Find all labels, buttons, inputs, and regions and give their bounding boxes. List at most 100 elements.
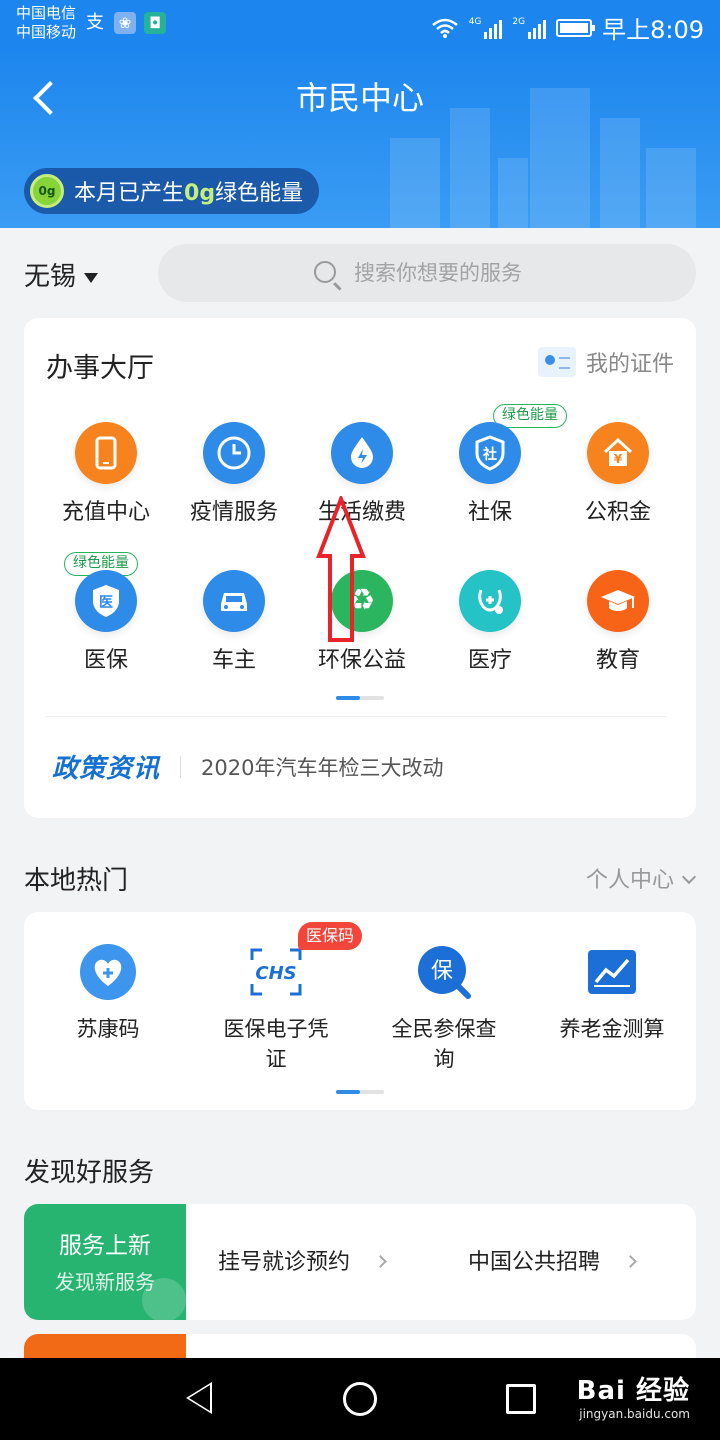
service-item-education[interactable]: 教育 bbox=[554, 570, 682, 674]
energy-text: 本月已产生0g绿色能量 bbox=[74, 175, 303, 207]
chevron-right-icon bbox=[624, 1255, 637, 1268]
clock-icon bbox=[203, 422, 265, 484]
search-input[interactable] bbox=[354, 257, 674, 289]
svg-text:¥: ¥ bbox=[614, 452, 623, 466]
service-item-social-security[interactable]: 绿色能量 社 社保 bbox=[426, 404, 567, 526]
svg-text:社: 社 bbox=[482, 446, 497, 463]
policy-headline: 2020年汽车年检三大改动 bbox=[201, 755, 444, 780]
hot-item-pension-calculator[interactable]: 养老金测算 bbox=[528, 942, 696, 1044]
service-label: 车主 bbox=[211, 648, 256, 673]
network-type-2: 2G bbox=[512, 16, 526, 27]
my-certificates-label: 我的证件 bbox=[585, 352, 674, 377]
watermark-url: jingyan.baidu.com bbox=[579, 1407, 690, 1421]
wifi-icon bbox=[431, 18, 458, 38]
my-certificates-link[interactable]: 我的证件 bbox=[537, 346, 674, 378]
alipay-icon: 支 bbox=[86, 12, 104, 33]
city-selector[interactable]: 无锡 bbox=[24, 256, 99, 293]
watermark-brand: Bai 经验 bbox=[576, 1376, 690, 1406]
page-indicator-active bbox=[336, 696, 360, 700]
hot-item-label-line2: 询 bbox=[433, 1047, 455, 1071]
signal-2g-icon: 2G bbox=[512, 16, 547, 39]
hot-item-label-line2: 证 bbox=[265, 1047, 287, 1071]
hot-item-label-line1: 全民参保查 bbox=[391, 1017, 497, 1041]
page-title: 市民中心 bbox=[295, 79, 424, 117]
energy-suffix: 绿色能量 bbox=[215, 181, 304, 206]
service-label: 教育 bbox=[595, 648, 640, 673]
chs-icon: CHS 医保码 bbox=[246, 922, 363, 1002]
carrier-info: 中国电信 中国移动 bbox=[16, 4, 76, 42]
baidu-watermark: Bai 经验 jingyan.baidu.com bbox=[577, 1370, 690, 1421]
service-item-car-owner[interactable]: 车主 bbox=[170, 570, 298, 674]
policy-news-row[interactable]: 政策资讯 2020年汽车年检三大改动 bbox=[52, 748, 443, 785]
local-hot-title: 本地热门 bbox=[24, 866, 129, 896]
service-hall-title: 办事大厅 bbox=[46, 353, 154, 384]
new-services-title: 服务上新 bbox=[59, 1233, 151, 1259]
hot-item-label: 医保电子凭证 bbox=[192, 1014, 360, 1074]
new-services-card: 服务上新 发现新服务 挂号就诊预约 中国公共招聘 bbox=[24, 1204, 696, 1320]
chart-icon bbox=[582, 942, 642, 1002]
service-label: 疫情服务 bbox=[189, 500, 278, 525]
divider bbox=[46, 716, 666, 717]
nav-back-icon[interactable] bbox=[186, 1382, 212, 1414]
annotation-arrow-icon bbox=[316, 496, 366, 642]
page-header: 市民中心 0g 本月已产生0g绿色能量 bbox=[0, 48, 720, 228]
carrier-1: 中国电信 bbox=[16, 4, 77, 22]
hot-item-sukang-code[interactable]: 苏康码 bbox=[24, 942, 192, 1044]
service-item-medical-insurance[interactable]: 绿色能量 医 医保 bbox=[42, 552, 170, 674]
stethoscope-icon bbox=[459, 570, 521, 632]
graduation-cap-icon bbox=[587, 570, 649, 632]
page-indicator-active bbox=[336, 1090, 360, 1094]
app-notification-icon: ❀ bbox=[114, 12, 136, 34]
green-energy-pill[interactable]: 0g 本月已产生0g绿色能量 bbox=[24, 168, 320, 214]
energy-prefix: 本月已产生 bbox=[74, 181, 185, 206]
system-navigation-bar: Bai 经验 jingyan.baidu.com bbox=[0, 1358, 720, 1440]
link-label: 中国公共招聘 bbox=[468, 1250, 601, 1275]
link-public-recruitment[interactable]: 中国公共招聘 bbox=[468, 1244, 637, 1276]
policy-news-logo: 政策资讯 bbox=[52, 754, 161, 784]
bot-notification-icon: ◘ bbox=[144, 12, 166, 34]
house-icon: ¥ bbox=[587, 422, 649, 484]
hot-item-label: 苏康码 bbox=[76, 1017, 140, 1041]
medical-shield-icon: 医 bbox=[75, 570, 137, 632]
decorative-circle-icon bbox=[142, 1278, 186, 1320]
nav-home-icon[interactable] bbox=[343, 1382, 377, 1416]
clock-time: 早上8:09 bbox=[602, 16, 704, 44]
nav-recents-icon[interactable] bbox=[506, 1384, 536, 1414]
service-label: 社保 bbox=[467, 500, 512, 525]
service-item-topup[interactable]: 充值中心 bbox=[42, 422, 170, 526]
hot-item-label: 养老金测算 bbox=[559, 1017, 665, 1041]
dropdown-triangle-icon bbox=[84, 272, 99, 283]
service-label: 医保 bbox=[83, 648, 128, 673]
service-item-healthcare[interactable]: 医疗 bbox=[426, 570, 554, 674]
link-registration-appointment[interactable]: 挂号就诊预约 bbox=[218, 1244, 387, 1276]
phone-icon bbox=[75, 422, 137, 484]
service-item-epidemic[interactable]: 疫情服务 bbox=[170, 422, 298, 526]
status-bar: 中国电信 中国移动 支 ❀ ◘ 4G 2G 早上8:09 bbox=[0, 0, 720, 48]
chs-icon-text: CHS bbox=[255, 963, 296, 984]
service-item-housing-fund[interactable]: ¥ 公积金 bbox=[554, 422, 682, 526]
battery-icon bbox=[556, 18, 596, 37]
new-services-banner[interactable]: 服务上新 发现新服务 bbox=[24, 1204, 186, 1320]
hot-item-label: 全民参保查询 bbox=[360, 1014, 528, 1074]
notification-icons: 支 ❀ ◘ bbox=[84, 12, 166, 34]
energy-value: 0g bbox=[184, 181, 216, 206]
local-hot-card: 苏康码 CHS 医保码 医保电子凭证 保 全民参保查询 养老金测算 bbox=[24, 912, 696, 1110]
energy-ball-icon: 0g bbox=[30, 174, 64, 208]
location-search-row: 无锡 bbox=[0, 244, 720, 304]
hot-item-medical-e-voucher[interactable]: CHS 医保码 医保电子凭证 bbox=[192, 922, 363, 1074]
hot-item-insurance-query[interactable]: 保 全民参保查询 bbox=[360, 942, 528, 1074]
medical-code-badge: 医保码 bbox=[298, 922, 363, 950]
hot-item-label-line1: 医保电子凭 bbox=[223, 1017, 329, 1041]
link-label: 挂号就诊预约 bbox=[218, 1250, 351, 1275]
shield-icon: 社 bbox=[459, 422, 521, 484]
vertical-divider bbox=[180, 755, 182, 778]
search-bar[interactable] bbox=[158, 244, 696, 302]
water-drop-icon bbox=[331, 422, 393, 484]
chevron-right-icon bbox=[374, 1255, 387, 1268]
personal-center-link[interactable]: 个人中心 bbox=[586, 862, 697, 894]
network-type-1: 4G bbox=[468, 16, 482, 27]
heart-icon bbox=[78, 942, 138, 1002]
insurance-icon-glyph: 保 bbox=[431, 959, 453, 984]
signal-4g-icon: 4G bbox=[469, 17, 503, 39]
insurance-search-icon: 保 bbox=[414, 942, 474, 1002]
